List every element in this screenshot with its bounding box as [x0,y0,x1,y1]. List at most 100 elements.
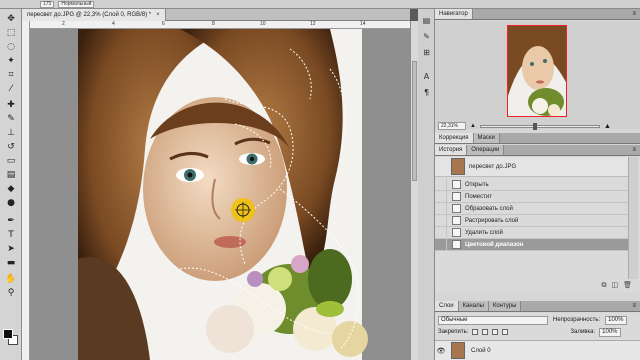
snapshot-thumbnail [451,158,465,175]
lasso-icon[interactable]: ◌ [4,41,18,53]
layer-row[interactable]: 👁 Слой 0 [435,340,640,360]
layer-options-row: Обычные Непрозрачность: 100% [438,315,638,325]
crop-icon[interactable]: ⌗ [4,69,18,81]
tab-history[interactable]: История [435,145,468,155]
panel-icon-strip: ▤ ✎ ⊞ A ¶ [418,9,435,360]
tab-channels[interactable]: Каналы [458,301,489,311]
zoom-out-icon[interactable]: ▲ [470,123,476,129]
panel-menu-icon[interactable]: ≡ [632,301,636,311]
history-item[interactable]: Поместит [435,190,628,203]
navigator-view-box[interactable] [507,25,567,117]
history-tabs: История Операции ≡ [435,145,640,156]
history-item-label: Растрировать слой [465,217,519,224]
history-item[interactable]: Растрировать слой [435,214,628,227]
lock-all-icon[interactable] [502,329,509,335]
history-source-box [435,178,447,191]
magic-wand-icon[interactable]: ✦ [4,55,18,67]
layers-panel: Обычные Непрозрачность: 100% Закрепить: … [435,313,640,360]
new-document-icon[interactable]: ⧉ [601,281,606,291]
canvas-area[interactable] [30,29,410,360]
lock-position-icon[interactable] [492,329,499,335]
zoom-in-icon[interactable]: ▲ [604,123,611,130]
history-item-label: Поместит [465,193,492,200]
panel-menu-icon[interactable]: ≡ [632,9,636,19]
history-item-selected[interactable]: Цветовой диапазон [435,238,628,251]
history-panel-icon[interactable]: ▤ [421,15,432,26]
history-item-label: Образовать слой [465,205,513,212]
fill-field[interactable]: 100% [599,327,622,337]
ruler-tick: 4 [112,21,115,27]
history-item[interactable]: Открыть [435,178,628,191]
history-item[interactable]: Образовать слой [435,202,628,215]
panel-menu-icon[interactable]: ≡ [632,145,636,155]
canvas-image[interactable] [30,29,410,360]
healing-icon[interactable]: ✚ [4,99,18,111]
hand-icon[interactable]: ✋ [4,273,18,285]
navigator-tabs: Навигатор ≡ [435,9,640,20]
scrollbar-thumb[interactable] [412,61,417,181]
corrections-tabs: Коррекция Маски [435,133,640,144]
move-icon[interactable]: ✥ [4,13,18,25]
gradient-icon[interactable]: ▤ [4,169,18,181]
zoom-icon[interactable]: ⚲ [4,287,18,299]
history-source-box [435,238,447,251]
ruler-tick: 2 [62,21,65,27]
ruler-tick: 8 [212,21,215,27]
history-brush-icon[interactable]: ↺ [4,141,18,153]
document-title: пересвет до.JPG @ 22,3% (Слой 0, RGB/8) … [27,11,152,18]
options-mode-select[interactable]: Нормальный [58,0,95,8]
fill-label: Заливка: [570,329,596,335]
eraser-icon[interactable]: ▭ [4,155,18,167]
close-icon[interactable]: × [156,9,160,21]
shape-icon[interactable]: ▬ [4,257,18,269]
layer-lock-row: Закрепить: Заливка: 100% [438,327,638,337]
clone-panel-icon[interactable]: ⊞ [421,47,432,58]
tab-corrections[interactable]: Коррекция [435,133,474,143]
brush-icon[interactable]: ✎ [4,113,18,125]
history-step-icon [452,204,461,213]
history-footer: ⧉ ◫ 🗑 [435,281,640,291]
brush-panel-icon[interactable]: ✎ [421,31,432,42]
trash-icon[interactable]: 🗑 [623,281,632,291]
history-snapshot[interactable]: пересвет до.JPG [435,157,628,177]
zoom-slider[interactable] [479,122,600,130]
ruler-left [22,21,30,360]
marquee-icon[interactable]: ⬚ [4,27,18,39]
pen-icon[interactable]: ✒ [4,215,18,227]
history-scrollbar[interactable] [628,157,638,279]
lock-transparency-icon[interactable] [472,329,479,335]
zoom-field[interactable]: 22,31% [438,122,466,130]
tab-navigator[interactable]: Навигатор [435,9,473,19]
tab-paths[interactable]: Контуры [488,301,522,311]
history-item[interactable]: Удалить слой [435,226,628,239]
eyedropper-icon[interactable]: ⁄ [4,83,18,95]
layer-name: Слой 0 [471,347,491,354]
layer-thumbnail [451,342,465,359]
blend-mode-select[interactable]: Обычные [438,315,548,325]
history-panel: пересвет до.JPG Открыть Поместит Образов… [435,157,640,293]
paragraph-panel-icon[interactable]: ¶ [421,87,432,98]
lock-pixels-icon[interactable] [482,329,489,335]
tab-layers[interactable]: Слои [435,301,459,311]
eye-icon[interactable]: 👁 [435,347,447,355]
blur-icon[interactable]: ◆ [4,183,18,195]
history-step-icon [452,228,461,237]
tab-actions[interactable]: Операции [467,145,505,155]
canvas-scrollbar[interactable] [410,21,418,360]
ruler-tick: 6 [162,21,165,27]
right-pupil [249,156,255,162]
history-item-label: Открыть [465,181,489,188]
options-size-field[interactable]: 175 [40,0,55,8]
zoom-slider-knob[interactable] [532,122,537,130]
lock-label: Закрепить: [438,329,469,335]
tab-masks[interactable]: Маски [473,133,500,143]
document-tab[interactable]: пересвет до.JPG @ 22,3% (Слой 0, RGB/8) … [22,8,166,21]
type-icon[interactable]: T [4,229,18,241]
path-select-icon[interactable]: ➤ [4,243,18,255]
opacity-field[interactable]: 100% [605,315,628,325]
dodge-icon[interactable]: ● [4,197,18,209]
character-panel-icon[interactable]: A [421,71,432,82]
foreground-color-swatch[interactable] [3,329,13,339]
stamp-icon[interactable]: ⊥ [4,127,18,139]
snapshot-icon[interactable]: ◫ [611,281,618,291]
